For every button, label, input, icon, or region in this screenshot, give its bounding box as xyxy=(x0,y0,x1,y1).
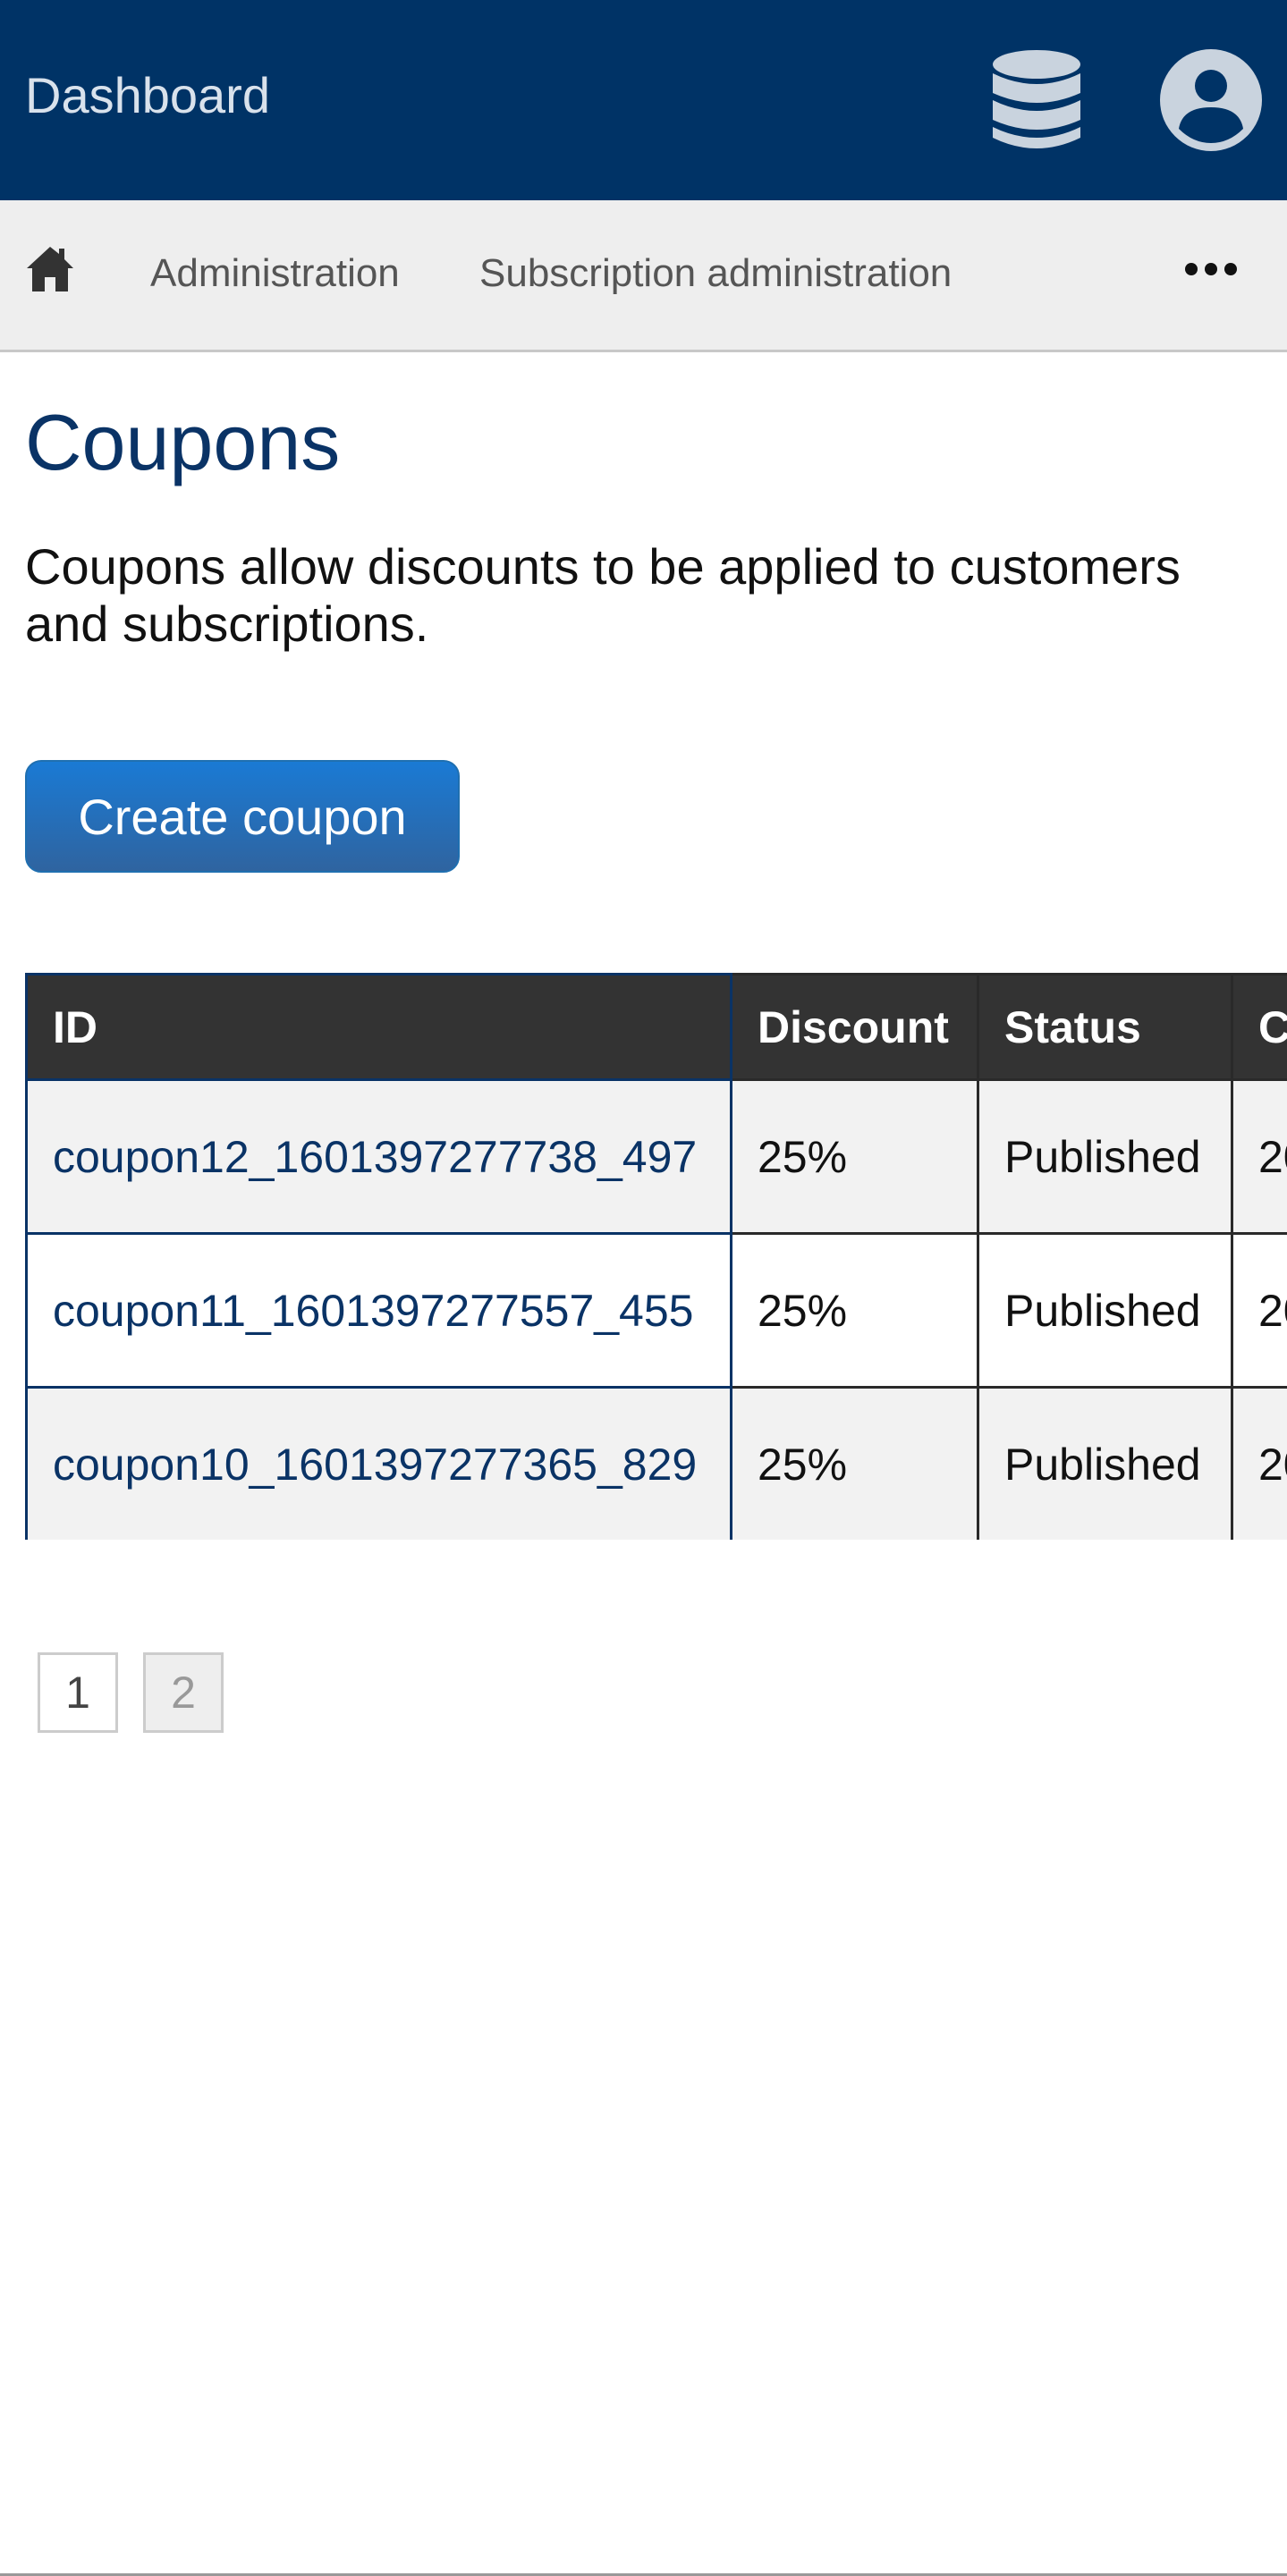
page-description: Coupons allow discounts to be applied to… xyxy=(25,538,1181,652)
column-header-status[interactable]: Status xyxy=(977,973,1233,1081)
home-icon[interactable] xyxy=(25,245,75,293)
more-options-icon[interactable] xyxy=(1184,256,1238,283)
page-title: Coupons xyxy=(25,398,341,486)
cell-created: 20 01 xyxy=(1231,1232,1287,1389)
database-icon[interactable] xyxy=(991,48,1082,152)
column-header-id[interactable]: ID xyxy=(25,973,732,1081)
cell-discount: 25% xyxy=(730,1078,979,1235)
column-header-discount[interactable]: Discount xyxy=(730,973,979,1081)
cell-created: 20 01 xyxy=(1231,1078,1287,1235)
cell-id: coupon11_1601397277557_455 xyxy=(25,1232,732,1389)
page-2-link[interactable]: 2 xyxy=(143,1652,224,1733)
breadcrumb-administration[interactable]: Administration xyxy=(150,249,400,299)
create-coupon-button[interactable]: Create coupon xyxy=(25,760,460,873)
cell-status: Published xyxy=(977,1386,1233,1540)
coupon-id-link[interactable]: coupon12_1601397277738_497 xyxy=(53,1132,697,1182)
top-navbar: Dashboard xyxy=(0,0,1287,200)
breadcrumb: Administration Subscription administrati… xyxy=(0,200,1287,352)
coupons-table-container[interactable]: ID Discount Status C coupon12_1601397277… xyxy=(25,973,1287,1540)
table-header-row: ID Discount Status C xyxy=(25,973,1287,1081)
coupon-id-link[interactable]: coupon11_1601397277557_455 xyxy=(53,1286,693,1336)
page-1-current: 1 xyxy=(38,1652,118,1733)
table-row: coupon10_1601397277365_829 25% Published… xyxy=(25,1386,1287,1540)
dashboard-link[interactable]: Dashboard xyxy=(25,64,270,127)
cell-status: Published xyxy=(977,1232,1233,1389)
column-header-created[interactable]: C xyxy=(1231,973,1287,1081)
cell-created: 20 01 xyxy=(1231,1386,1287,1540)
cell-discount: 25% xyxy=(730,1386,979,1540)
cell-status: Published xyxy=(977,1078,1233,1235)
cell-id: coupon10_1601397277365_829 xyxy=(25,1386,732,1540)
user-account-icon[interactable] xyxy=(1159,48,1263,152)
cell-discount: 25% xyxy=(730,1232,979,1389)
table-row: coupon11_1601397277557_455 25% Published… xyxy=(25,1232,1287,1389)
cell-id: coupon12_1601397277738_497 xyxy=(25,1078,732,1235)
table-row: coupon12_1601397277738_497 25% Published… xyxy=(25,1078,1287,1235)
breadcrumb-subscription-administration[interactable]: Subscription administration xyxy=(479,249,952,299)
pagination: 1 2 xyxy=(38,1652,224,1733)
coupons-table: ID Discount Status C coupon12_1601397277… xyxy=(25,973,1287,1540)
coupon-id-link[interactable]: coupon10_1601397277365_829 xyxy=(53,1440,697,1490)
